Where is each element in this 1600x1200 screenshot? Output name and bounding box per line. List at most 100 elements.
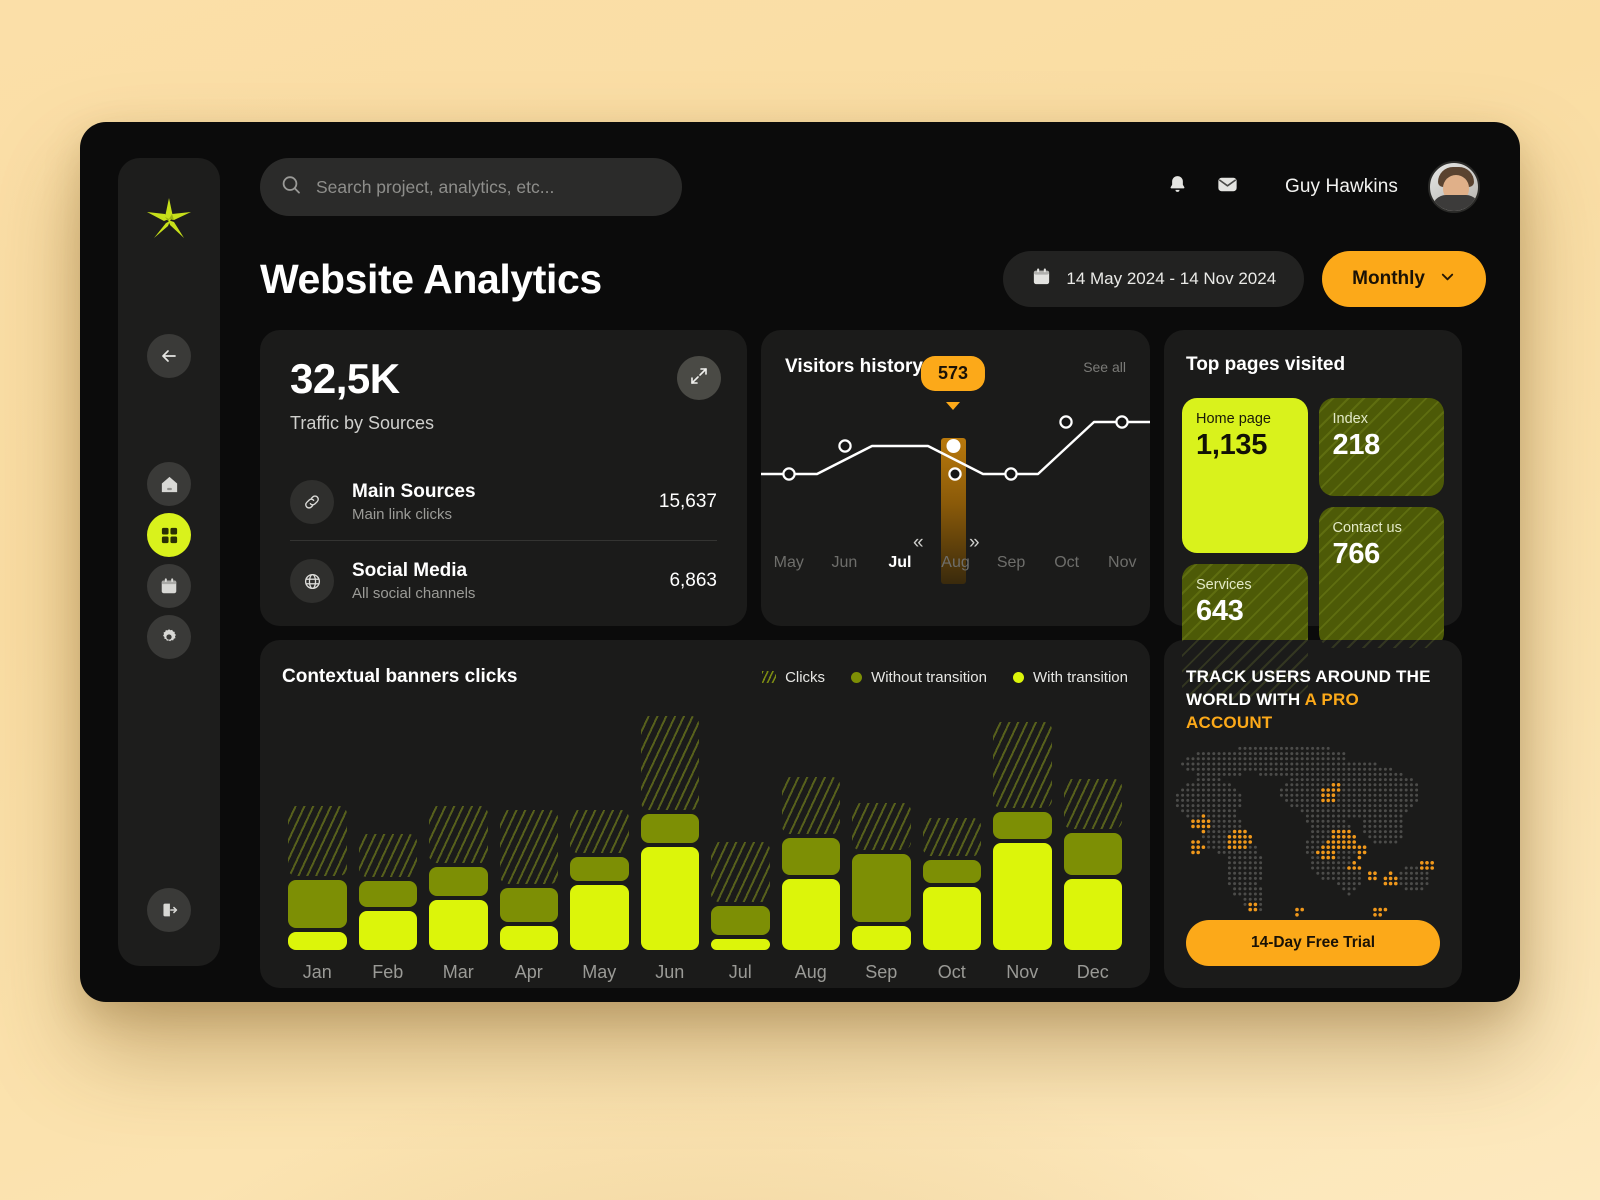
bar-segment-without-transition bbox=[288, 879, 347, 929]
visitors-x-axis: May Jun Jul Aug Sep Oct Nov bbox=[761, 554, 1150, 572]
legend-label: Clicks bbox=[785, 668, 826, 686]
bar-column[interactable] bbox=[917, 720, 988, 950]
bar-column[interactable] bbox=[987, 720, 1058, 950]
axis-tick: Aug bbox=[794, 962, 827, 982]
bar-segment-with-transition bbox=[288, 932, 347, 950]
axis-tick: Dec bbox=[1076, 962, 1109, 982]
axis-tick: Nov bbox=[1108, 554, 1137, 571]
bar-segment-clicks bbox=[852, 803, 911, 850]
bar-segment-without-transition bbox=[852, 854, 911, 922]
notifications-button[interactable] bbox=[1163, 172, 1193, 202]
tile-label: Services bbox=[1196, 577, 1252, 593]
bar-segment-clicks bbox=[922, 817, 981, 857]
messages-button[interactable] bbox=[1213, 172, 1243, 202]
bar-column[interactable] bbox=[282, 720, 353, 950]
bar-segment-without-transition bbox=[640, 813, 699, 843]
app-window: Guy Hawkins Website Analytics bbox=[80, 122, 1520, 1002]
bar-segment-with-transition bbox=[993, 843, 1052, 950]
banners-header: Contextual banners clicks Clicks Without… bbox=[282, 666, 1128, 688]
asterisk-logo[interactable] bbox=[141, 192, 197, 248]
tile-value: 643 bbox=[1196, 595, 1244, 627]
chart-legend: Clicks Without transition With transitio… bbox=[762, 669, 1128, 686]
bar-segment-with-transition bbox=[640, 846, 699, 950]
axis-tick: Sep bbox=[865, 962, 898, 982]
legend-item: With transition bbox=[1012, 668, 1128, 686]
bar-segment-clicks bbox=[358, 833, 417, 878]
top-page-tile[interactable]: Contact us 766 bbox=[1318, 507, 1444, 648]
grid-icon bbox=[160, 526, 179, 545]
bar-segment-clicks bbox=[1063, 778, 1122, 829]
axis-tick: Jun bbox=[655, 962, 685, 982]
axis-tick: May bbox=[773, 554, 804, 571]
bar-column[interactable] bbox=[564, 720, 635, 950]
legend-item: Clicks bbox=[762, 669, 825, 686]
see-all-link[interactable]: See all bbox=[1083, 359, 1126, 375]
bar-column[interactable] bbox=[1058, 720, 1129, 950]
tile-label: Index bbox=[1332, 411, 1368, 427]
banners-title: Contextual banners clicks bbox=[282, 666, 518, 687]
list-item[interactable]: Social Media All social channels 6,863 bbox=[290, 540, 717, 619]
tile-value: 218 bbox=[1332, 429, 1381, 461]
legend-item: Without transition bbox=[851, 669, 987, 686]
sidebar-item-logout[interactable] bbox=[147, 888, 191, 932]
tile-value: 1,135 bbox=[1196, 429, 1268, 461]
gear-icon bbox=[159, 627, 179, 647]
tile-value: 766 bbox=[1332, 538, 1381, 570]
bar-column[interactable] bbox=[846, 720, 917, 950]
period-select[interactable]: Monthly bbox=[1322, 251, 1486, 307]
legend-label: With transition bbox=[1032, 668, 1128, 686]
bar-segment-clicks bbox=[570, 809, 629, 854]
date-range-picker[interactable]: 14 May 2024 - 14 Nov 2024 bbox=[1003, 251, 1305, 307]
bar-column[interactable] bbox=[705, 720, 776, 950]
tooltip-arrow bbox=[946, 402, 960, 410]
free-trial-label: 14-Day Free Trial bbox=[1250, 934, 1376, 951]
bar-chart-x-axis: Jan Feb Mar Apr May Jun Jul Aug Sep Oct Nov Dec bbox=[282, 962, 1128, 983]
avatar[interactable] bbox=[1428, 161, 1480, 213]
sidebar bbox=[118, 158, 220, 966]
axis-tick: Aug bbox=[941, 554, 970, 571]
next-month-button[interactable]: » bbox=[969, 532, 980, 554]
top-page-tile[interactable]: Index 218 bbox=[1318, 398, 1444, 496]
bar-column[interactable] bbox=[635, 716, 706, 950]
user-name: Guy Hawkins bbox=[1284, 176, 1398, 197]
bar-column[interactable] bbox=[494, 720, 565, 950]
page-title: Website Analytics bbox=[260, 255, 602, 302]
axis-tick: May bbox=[582, 962, 617, 982]
expand-icon bbox=[689, 366, 709, 391]
search-bar[interactable] bbox=[260, 158, 682, 216]
sidebar-item-calendar[interactable] bbox=[147, 564, 191, 608]
globe-icon bbox=[290, 559, 334, 603]
link-icon bbox=[290, 480, 334, 524]
prev-month-button[interactable]: « bbox=[913, 532, 924, 554]
sidebar-item-settings[interactable] bbox=[147, 615, 191, 659]
source-value: 15,637 bbox=[658, 491, 717, 512]
title-actions: 14 May 2024 - 14 Nov 2024 Monthly bbox=[1003, 251, 1486, 307]
header-actions: Guy Hawkins bbox=[1163, 161, 1486, 213]
axis-tick: Nov bbox=[1006, 962, 1039, 982]
source-desc: All social channels bbox=[352, 585, 476, 602]
pro-account-promo-card: TRACK USERS AROUND THE WORLD WITH A PRO … bbox=[1164, 640, 1462, 988]
home-icon bbox=[159, 474, 180, 495]
sidebar-item-home[interactable] bbox=[147, 462, 191, 506]
top-pages-card: Top pages visited Home page 1,135 Index … bbox=[1164, 330, 1462, 701]
free-trial-button[interactable]: 14-Day Free Trial bbox=[1186, 920, 1440, 966]
list-item[interactable]: Main Sources Main link clicks 15,637 bbox=[290, 466, 717, 540]
bar-column[interactable] bbox=[776, 720, 847, 950]
bar-segment-without-transition bbox=[358, 881, 417, 908]
sidebar-item-dashboard[interactable] bbox=[147, 513, 191, 557]
bar-segment-without-transition bbox=[711, 905, 770, 935]
visitors-history-card: Visitors history See all 573 « » May Jun… bbox=[761, 330, 1150, 626]
expand-button[interactable] bbox=[677, 356, 721, 400]
bar-column[interactable] bbox=[423, 720, 494, 950]
legend-label: Without transition bbox=[871, 668, 987, 686]
banners-bar-chart bbox=[282, 716, 1129, 950]
main-content: Guy Hawkins Website Analytics bbox=[260, 158, 1486, 988]
sidebar-item-back[interactable] bbox=[147, 334, 191, 378]
top-page-tile[interactable]: Home page 1,135 bbox=[1182, 398, 1308, 553]
bar-segment-without-transition bbox=[1063, 833, 1122, 875]
source-name: Social Media bbox=[352, 560, 468, 581]
bar-column[interactable] bbox=[353, 720, 424, 950]
axis-tick: Jun bbox=[831, 554, 858, 571]
data-points bbox=[782, 415, 1129, 481]
search-input[interactable] bbox=[316, 176, 662, 198]
